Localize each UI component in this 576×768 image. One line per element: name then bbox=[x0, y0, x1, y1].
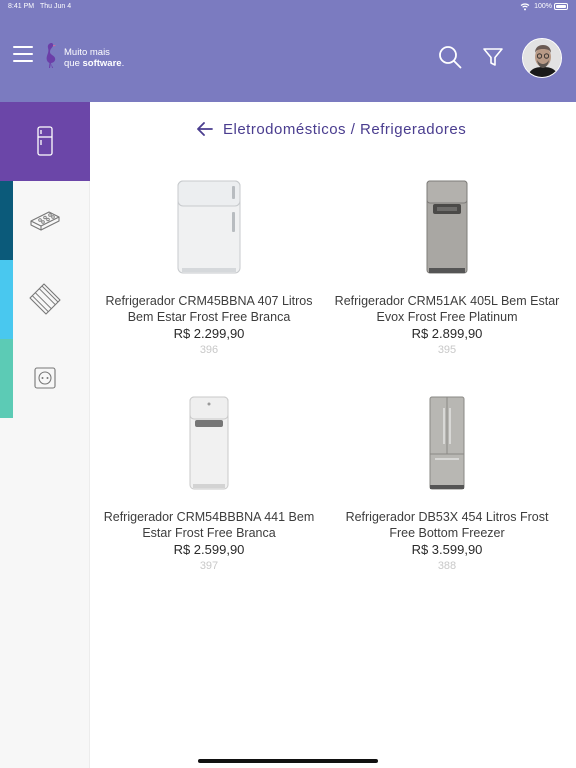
product-price: R$ 2.599,90 bbox=[173, 542, 245, 557]
product-name: Refrigerador DB53X 454 Litros Frost Free… bbox=[345, 510, 549, 540]
product-card[interactable]: Refrigerador CRM45BBNA 407 Litros Bem Es… bbox=[91, 180, 327, 356]
product-list: Eletrodomésticos / Refrigeradores Refrig… bbox=[91, 102, 576, 768]
filter-icon[interactable] bbox=[482, 46, 504, 68]
product-image bbox=[187, 396, 231, 491]
battery-percent: 100% bbox=[534, 3, 552, 10]
product-image bbox=[427, 396, 467, 491]
category-sidebar bbox=[0, 102, 90, 768]
wifi-icon bbox=[520, 3, 530, 11]
sidebar-item-outlets[interactable] bbox=[0, 339, 90, 418]
logo-line-1: Muito mais bbox=[64, 47, 110, 58]
logo-bird-icon bbox=[46, 42, 56, 68]
product-name: Refrigerador CRM54BBBNA 441 Bem Estar Fr… bbox=[103, 510, 315, 540]
category-color-strip bbox=[0, 260, 13, 339]
category-color-strip bbox=[0, 339, 13, 418]
avatar-portrait bbox=[523, 39, 561, 77]
status-bar: 8:41 PM Thu Jun 4 100% bbox=[0, 0, 576, 14]
menu-icon[interactable] bbox=[13, 46, 33, 64]
search-icon[interactable] bbox=[438, 45, 462, 69]
product-name: Refrigerador CRM51AK 405L Bem Estar Evox… bbox=[334, 294, 560, 324]
home-indicator bbox=[198, 759, 378, 763]
product-code: 397 bbox=[199, 560, 219, 572]
category-color-strip bbox=[0, 181, 13, 260]
refrigerator-image-icon bbox=[426, 180, 468, 274]
status-date: Thu Jun 4 bbox=[40, 3, 72, 10]
outlet-icon bbox=[34, 367, 56, 389]
product-price: R$ 2.299,90 bbox=[173, 326, 245, 341]
product-card[interactable]: Refrigerador DB53X 454 Litros Frost Free… bbox=[329, 396, 565, 572]
product-name: Refrigerador CRM45BBNA 407 Litros Bem Es… bbox=[105, 294, 313, 324]
product-code: 395 bbox=[437, 344, 457, 356]
avatar[interactable] bbox=[522, 38, 562, 78]
product-card[interactable]: Refrigerador CRM54BBBNA 441 Bem Estar Fr… bbox=[91, 396, 327, 572]
product-code: 388 bbox=[437, 560, 457, 572]
breadcrumb[interactable]: Eletrodomésticos / Refrigeradores bbox=[195, 119, 466, 139]
product-price: R$ 2.899,90 bbox=[411, 326, 483, 341]
product-code: 396 bbox=[199, 344, 219, 356]
back-arrow-icon[interactable] bbox=[195, 119, 215, 139]
brick-icon bbox=[30, 211, 60, 231]
status-time: 8:41 PM bbox=[8, 3, 35, 10]
logo-text: Muito mais que software. bbox=[64, 47, 124, 69]
refrigerator-image-icon bbox=[189, 396, 229, 490]
tile-icon bbox=[29, 283, 61, 315]
product-price: R$ 3.599,90 bbox=[411, 542, 483, 557]
sidebar-item-refrigerators[interactable] bbox=[0, 102, 90, 181]
product-card[interactable]: Refrigerador CRM51AK 405L Bem Estar Evox… bbox=[329, 180, 565, 356]
app-header: 8:41 PM Thu Jun 4 100% Muito mais que so… bbox=[0, 0, 576, 102]
product-image bbox=[425, 180, 469, 275]
logo-line-2: que software. bbox=[64, 58, 125, 69]
battery-icon bbox=[554, 3, 568, 10]
logo: Muito mais que software. bbox=[44, 42, 144, 72]
sidebar-item-bricks[interactable] bbox=[0, 181, 90, 260]
refrigerator-image-icon bbox=[429, 396, 465, 490]
refrigerator-image-icon bbox=[177, 180, 241, 274]
product-image bbox=[174, 180, 244, 275]
breadcrumb-path: Eletrodomésticos / Refrigeradores bbox=[223, 120, 467, 138]
refrigerator-icon bbox=[37, 126, 53, 156]
sidebar-item-tiles[interactable] bbox=[0, 260, 90, 339]
